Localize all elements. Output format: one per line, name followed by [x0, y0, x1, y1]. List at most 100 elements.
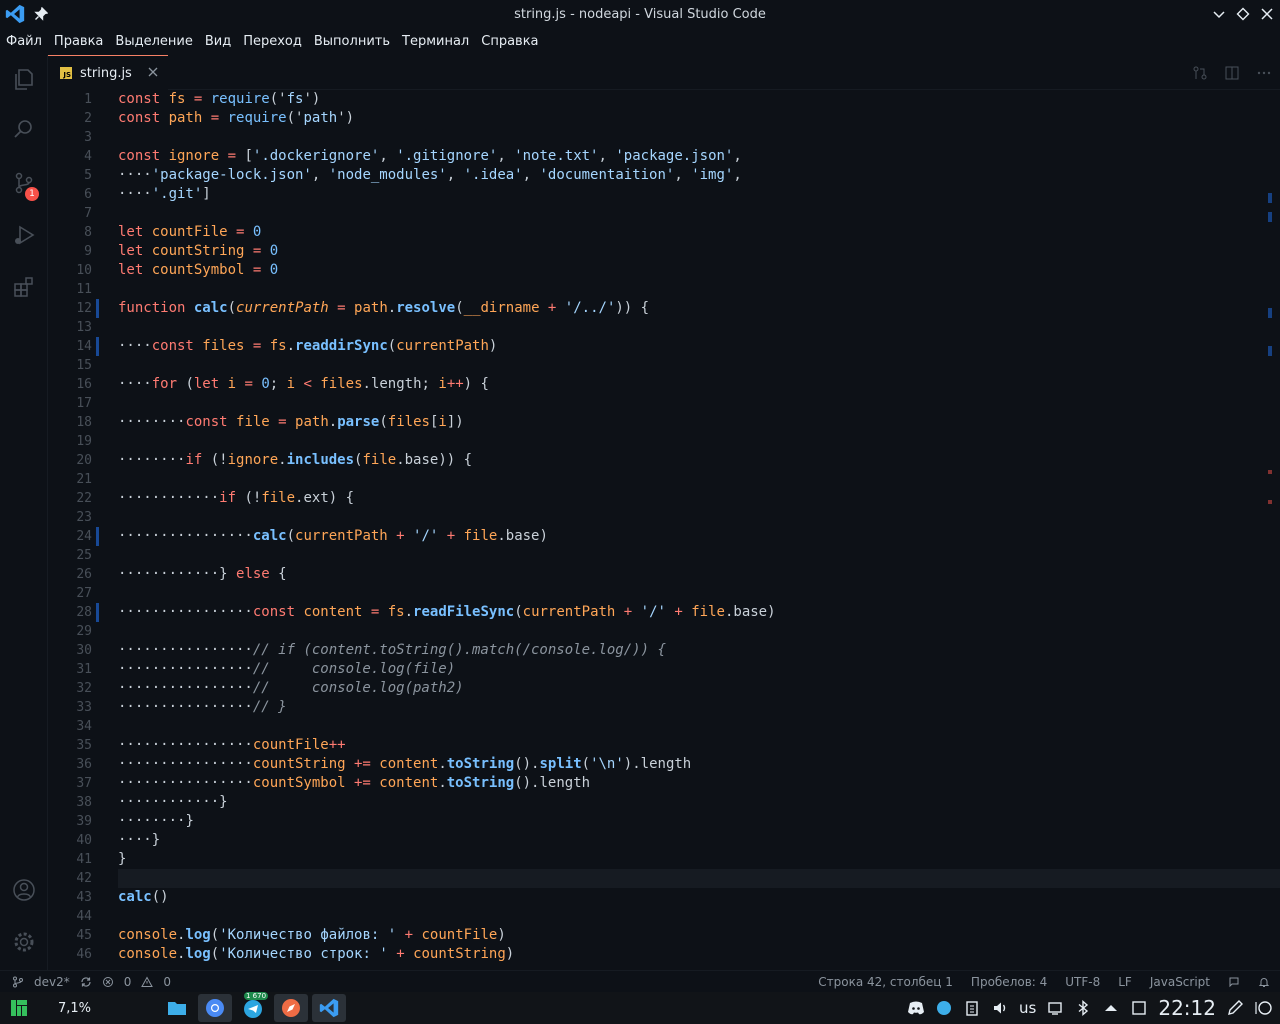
taskbar-chromium[interactable]: [198, 994, 232, 1022]
error-count[interactable]: 0: [124, 975, 132, 989]
line-number[interactable]: 22: [48, 489, 92, 508]
line-number[interactable]: 15: [48, 356, 92, 375]
menu-view[interactable]: Вид: [205, 34, 237, 49]
run-debug-button[interactable]: [0, 211, 48, 259]
line-number[interactable]: 41: [48, 850, 92, 869]
power-circle-icon[interactable]: [1254, 999, 1272, 1017]
menu-terminal[interactable]: Терминал: [402, 34, 475, 49]
network-icon[interactable]: [1046, 999, 1064, 1017]
line-number[interactable]: 3: [48, 128, 92, 147]
source-control-button[interactable]: 1: [0, 159, 48, 207]
line-number[interactable]: 13: [48, 318, 92, 337]
discord-icon[interactable]: [907, 999, 925, 1017]
code-line[interactable]: ················// console.log(path2): [118, 679, 464, 698]
tab-string-js[interactable]: JS string.js: [48, 55, 168, 90]
clipboard-icon[interactable]: [963, 999, 981, 1017]
taskbar-vscode[interactable]: [312, 994, 346, 1022]
open-changes-icon[interactable]: [1192, 65, 1208, 81]
encoding[interactable]: UTF-8: [1065, 975, 1100, 989]
line-number[interactable]: 7: [48, 204, 92, 223]
line-number[interactable]: 31: [48, 660, 92, 679]
line-number[interactable]: 34: [48, 717, 92, 736]
end-of-line[interactable]: LF: [1118, 975, 1132, 989]
start-menu-button[interactable]: [2, 994, 36, 1022]
close-window-icon[interactable]: [1260, 7, 1274, 21]
code-line[interactable]: ············} else {: [118, 565, 287, 584]
code-line[interactable]: let countString = 0: [118, 242, 278, 261]
line-number[interactable]: 38: [48, 793, 92, 812]
git-change-marker[interactable]: [96, 299, 99, 318]
code-line[interactable]: ············}: [118, 793, 228, 812]
extensions-button[interactable]: [0, 263, 48, 311]
line-number[interactable]: 8: [48, 223, 92, 242]
code-line[interactable]: calc(): [118, 888, 169, 907]
pin-icon[interactable]: [34, 7, 48, 21]
line-number[interactable]: 44: [48, 907, 92, 926]
maximize-diamond-icon[interactable]: [1236, 7, 1250, 21]
split-editor-icon[interactable]: [1224, 65, 1240, 81]
line-number[interactable]: 9: [48, 242, 92, 261]
menu-edit[interactable]: Правка: [54, 34, 109, 49]
manage-button[interactable]: [0, 918, 48, 966]
line-number[interactable]: 2: [48, 109, 92, 128]
line-number[interactable]: 16: [48, 375, 92, 394]
search-button[interactable]: [0, 105, 48, 153]
code-line[interactable]: ····}: [118, 831, 160, 850]
line-number[interactable]: 46: [48, 945, 92, 964]
code-line[interactable]: ················countSymbol += content.t…: [118, 774, 590, 793]
line-number[interactable]: 24: [48, 527, 92, 546]
menu-help[interactable]: Справка: [481, 34, 544, 49]
line-number[interactable]: 17: [48, 394, 92, 413]
line-number[interactable]: 43: [48, 888, 92, 907]
volume-icon[interactable]: [991, 999, 1009, 1017]
code-line[interactable]: let countSymbol = 0: [118, 261, 278, 280]
weather-icon[interactable]: [935, 999, 953, 1017]
line-number[interactable]: 1: [48, 90, 92, 109]
indentation[interactable]: Пробелов: 4: [971, 975, 1047, 989]
line-number[interactable]: 19: [48, 432, 92, 451]
show-desktop-icon[interactable]: [1130, 999, 1148, 1017]
language-mode[interactable]: JavaScript: [1150, 975, 1210, 989]
code-line[interactable]: function calc(currentPath = path.resolve…: [118, 299, 649, 318]
notifications-bell-icon[interactable]: [1258, 976, 1270, 988]
menu-selection[interactable]: Выделение: [115, 34, 198, 49]
menu-file[interactable]: Файл: [6, 34, 48, 49]
line-number[interactable]: 35: [48, 736, 92, 755]
line-number[interactable]: 5: [48, 166, 92, 185]
code-line[interactable]: ····const files = fs.readdirSync(current…: [118, 337, 497, 356]
bluetooth-icon[interactable]: [1074, 999, 1092, 1017]
code-line[interactable]: ····'.git']: [118, 185, 211, 204]
line-number[interactable]: 14: [48, 337, 92, 356]
line-number[interactable]: 23: [48, 508, 92, 527]
minimize-chevron-icon[interactable]: [1212, 7, 1226, 21]
pen-icon[interactable]: [1226, 999, 1244, 1017]
close-icon[interactable]: [146, 65, 160, 79]
line-number[interactable]: 28: [48, 603, 92, 622]
git-change-marker[interactable]: [96, 527, 99, 546]
line-number[interactable]: 37: [48, 774, 92, 793]
line-number[interactable]: 11: [48, 280, 92, 299]
code-line[interactable]: }: [118, 850, 126, 869]
tray-expand-arrow-icon[interactable]: [1102, 999, 1120, 1017]
line-number[interactable]: 42: [48, 869, 92, 888]
feedback-icon[interactable]: [1228, 976, 1240, 988]
line-number[interactable]: 36: [48, 755, 92, 774]
code-line[interactable]: let countFile = 0: [118, 223, 261, 242]
line-number[interactable]: 6: [48, 185, 92, 204]
accounts-button[interactable]: [0, 866, 48, 914]
code-line[interactable]: console.log('Количество файлов: ' + coun…: [118, 926, 506, 945]
code-line[interactable]: ················// console.log(file): [118, 660, 455, 679]
code-line[interactable]: const ignore = ['.dockerignore', '.gitig…: [118, 147, 742, 166]
code-line[interactable]: ····'package-lock.json', 'node_modules',…: [118, 166, 742, 185]
line-number[interactable]: 12: [48, 299, 92, 318]
taskbar-telegram[interactable]: 1 670: [236, 992, 270, 1022]
clock[interactable]: 22:12: [1158, 996, 1216, 1020]
line-number[interactable]: 29: [48, 622, 92, 641]
code-editor[interactable]: 1 2 3 4 5 6 7 8 9 10 11 12 13 14 15 16 17 18 19 20 21 22 23 24 2…: [48, 90, 1280, 970]
line-number[interactable]: 20: [48, 451, 92, 470]
code-line[interactable]: ····for (let i = 0; i < files.length; i+…: [118, 375, 489, 394]
line-number[interactable]: 45: [48, 926, 92, 945]
line-number[interactable]: 27: [48, 584, 92, 603]
code-line[interactable]: console.log('Количество строк: ' + count…: [118, 945, 514, 964]
line-number[interactable]: 25: [48, 546, 92, 565]
